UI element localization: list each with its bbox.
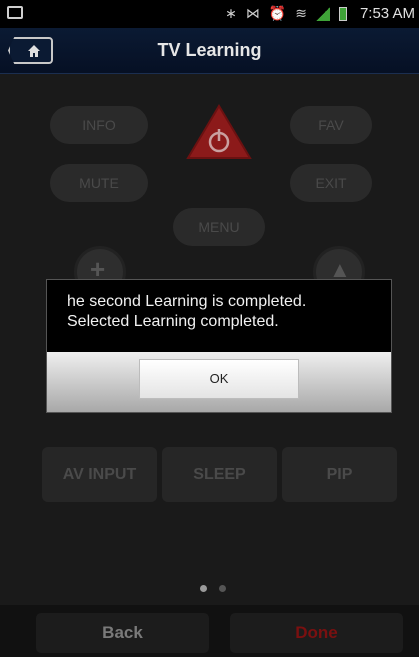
mute-button[interactable]: MUTE [50,164,148,202]
title-bar: TV Learning [0,28,419,74]
page-indicator [200,585,226,592]
bluetooth-icon: ∗ [225,5,237,21]
status-time: 7:53 AM [359,5,415,22]
wifi-icon: ≋ [295,5,307,21]
status-bar: ∗ ⋈ ⏰ ≋ 7:53 AM [0,0,419,28]
battery-icon [339,6,347,21]
completion-dialog: he second Learning is completed. Selecte… [47,280,391,412]
dialog-footer: OK [47,352,391,412]
dialog-body: he second Learning is completed. Selecte… [47,280,391,352]
dialog-message: he second Learning is completed. Selecte… [67,293,307,330]
image-notification-icon [7,6,23,19]
back-button[interactable]: Back [36,613,209,653]
status-icons: ∗ ⋈ ⏰ ≋ [225,5,347,22]
signal-icon [316,6,330,21]
exit-button[interactable]: EXIT [290,164,372,202]
sleep-button[interactable]: SLEEP [162,447,277,502]
info-button[interactable]: INFO [50,106,148,144]
fav-button[interactable]: FAV [290,106,372,144]
done-button[interactable]: Done [230,613,403,653]
ok-button[interactable]: OK [139,359,299,399]
menu-button[interactable]: MENU [173,208,265,246]
alarm-icon: ⏰ [268,5,287,21]
pip-button[interactable]: PIP [282,447,397,502]
power-button[interactable] [186,104,252,160]
bottom-bar: Back Done [0,605,419,657]
page-dot [219,585,226,592]
page-dot-active [200,585,207,592]
nfc-icon: ⋈ [245,5,260,21]
av-input-button[interactable]: AV INPUT [42,447,157,502]
page-title: TV Learning [157,40,262,60]
